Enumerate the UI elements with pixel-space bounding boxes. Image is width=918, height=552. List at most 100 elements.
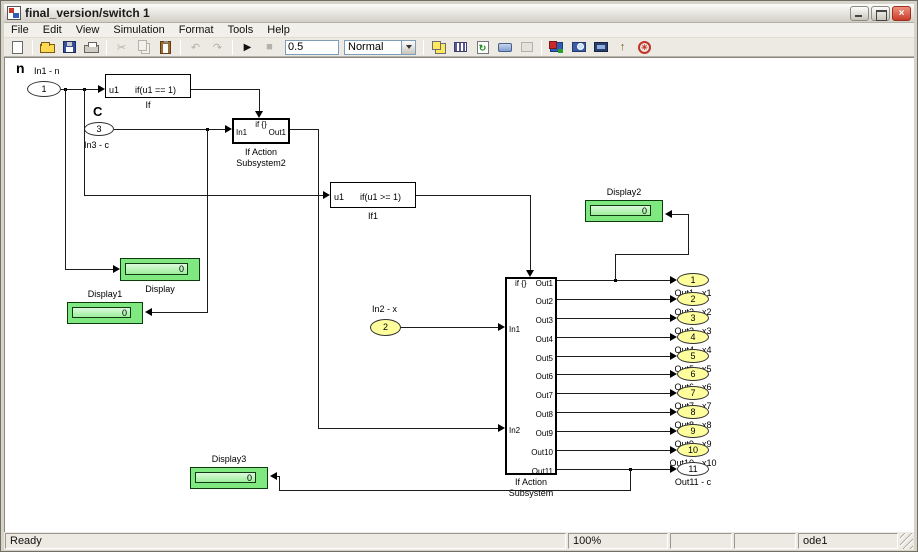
outport-2[interactable]: 2: [677, 292, 709, 306]
wire: [191, 89, 259, 90]
menu-file[interactable]: File: [4, 24, 36, 36]
go-to-parent-button[interactable]: ↑: [612, 39, 633, 56]
disabled-tool-button[interactable]: [516, 39, 537, 56]
model-explorer-button[interactable]: [590, 39, 611, 56]
refresh-icon: ↻: [477, 41, 489, 54]
display1-name[interactable]: Display1: [55, 289, 155, 300]
start-simulation-button[interactable]: ▶: [237, 39, 258, 56]
find-in-model-button[interactable]: [568, 39, 589, 56]
arrowhead: [670, 295, 677, 303]
save-button[interactable]: [59, 39, 80, 56]
cut-button[interactable]: ✂: [111, 39, 132, 56]
arrowhead: [670, 389, 677, 397]
outport-10[interactable]: 10: [677, 443, 709, 457]
inport-2[interactable]: 2: [370, 319, 401, 336]
arrowhead: [670, 465, 677, 473]
display2-name[interactable]: Display2: [574, 187, 674, 198]
subsystem-name[interactable]: If ActionSubsystem: [481, 477, 581, 499]
inport-3[interactable]: 3: [84, 122, 114, 136]
wire: [207, 129, 208, 313]
new-model-button[interactable]: [7, 39, 28, 56]
arrowhead: [98, 85, 105, 93]
remove-highlight-button[interactable]: ✳: [634, 39, 655, 56]
arrowhead: [670, 446, 677, 454]
wire: [84, 195, 323, 196]
if-block[interactable]: u1 if(u1 == 1): [105, 74, 191, 98]
outport-11[interactable]: 11: [677, 462, 709, 476]
disabled-tool-icon: [521, 42, 533, 52]
toolbar-separator: [423, 40, 424, 55]
subsystem-out6-port: Out6: [536, 372, 553, 381]
copy-button[interactable]: [133, 39, 154, 56]
outport-1[interactable]: 1: [677, 273, 709, 287]
arrowhead: [255, 111, 263, 118]
if1-block-name[interactable]: If1: [323, 211, 423, 222]
resize-grip[interactable]: [900, 533, 913, 549]
display1-block[interactable]: 0: [67, 302, 143, 324]
play-icon: ▶: [244, 42, 252, 53]
open-folder-icon: [40, 44, 55, 53]
new-model-icon: [12, 41, 23, 54]
outport-9[interactable]: 9: [677, 424, 709, 438]
library-browser-button[interactable]: [428, 39, 449, 56]
open-button[interactable]: [37, 39, 58, 56]
subsystem-out1-port: Out1: [536, 279, 553, 288]
display1-value: 0: [72, 307, 131, 318]
simulation-stop-time-field[interactable]: [285, 40, 339, 55]
stop-icon: ■: [266, 41, 273, 53]
outport-4[interactable]: 4: [677, 330, 709, 344]
wire: [416, 195, 531, 196]
build-target-button[interactable]: [546, 39, 567, 56]
outport-3[interactable]: 3: [677, 311, 709, 325]
display3-block[interactable]: 0: [190, 467, 268, 489]
paste-button[interactable]: [155, 39, 176, 56]
outport-6[interactable]: 6: [677, 367, 709, 381]
minimize-button[interactable]: [850, 6, 869, 21]
subsystem2-name[interactable]: If ActionSubsystem2: [211, 147, 311, 169]
menu-help[interactable]: Help: [260, 24, 297, 36]
display2-block[interactable]: 0: [585, 200, 663, 222]
close-button[interactable]: ×: [892, 6, 911, 21]
toolbar: ✂ ↶ ↷ ▶ ■ Normal ↻ ↑ ✳: [4, 38, 914, 57]
model-browser-button[interactable]: [450, 39, 471, 56]
refresh-model-button[interactable]: ↻: [472, 39, 493, 56]
undo-button[interactable]: ↶: [185, 39, 206, 56]
arrowhead: [526, 270, 534, 277]
subsystem2-in1-port: In1: [236, 128, 247, 137]
menu-edit[interactable]: Edit: [36, 24, 69, 36]
arrowhead: [498, 424, 505, 432]
menu-tools[interactable]: Tools: [221, 24, 261, 36]
inport2-note: In2 - x: [372, 304, 397, 314]
wire: [557, 299, 670, 300]
outport-8[interactable]: 8: [677, 405, 709, 419]
wire: [615, 254, 689, 255]
subsystem-out7-port: Out7: [536, 391, 553, 400]
wire: [279, 476, 280, 491]
simulink-debugger-button[interactable]: [494, 39, 515, 56]
arrowhead: [665, 210, 672, 218]
if-action-subsystem2-block[interactable]: if {} In1 Out1: [232, 118, 290, 144]
debugger-icon: [498, 43, 512, 52]
menu-view[interactable]: View: [69, 24, 107, 36]
simulation-mode-select[interactable]: Normal: [344, 40, 416, 55]
display-block[interactable]: 0: [120, 258, 200, 281]
menu-format[interactable]: Format: [172, 24, 221, 36]
if1-block[interactable]: u1 if(u1 >= 1): [330, 182, 416, 208]
display3-name[interactable]: Display3: [179, 454, 279, 465]
stop-simulation-button[interactable]: ■: [259, 39, 280, 56]
arrowhead: [670, 408, 677, 416]
inport-1[interactable]: 1: [27, 81, 61, 97]
model-explorer-icon: [594, 42, 608, 52]
maximize-button[interactable]: [871, 6, 890, 21]
display-value: 0: [125, 263, 188, 275]
outport-7[interactable]: 7: [677, 386, 709, 400]
if-block-name[interactable]: If: [98, 100, 198, 111]
arrowhead: [270, 472, 277, 480]
outport-5[interactable]: 5: [677, 349, 709, 363]
menu-simulation[interactable]: Simulation: [106, 24, 171, 36]
redo-button[interactable]: ↷: [207, 39, 228, 56]
print-button[interactable]: [81, 39, 102, 56]
model-canvas[interactable]: n In1 - n C In3 - c In2 - x 1 3 2 u1 if(…: [4, 57, 914, 532]
toolbar-separator: [106, 40, 107, 55]
if-action-subsystem-block[interactable]: if {} In1 In2 Out1 Out2 Out3 Out4 Out5 O…: [505, 277, 557, 475]
